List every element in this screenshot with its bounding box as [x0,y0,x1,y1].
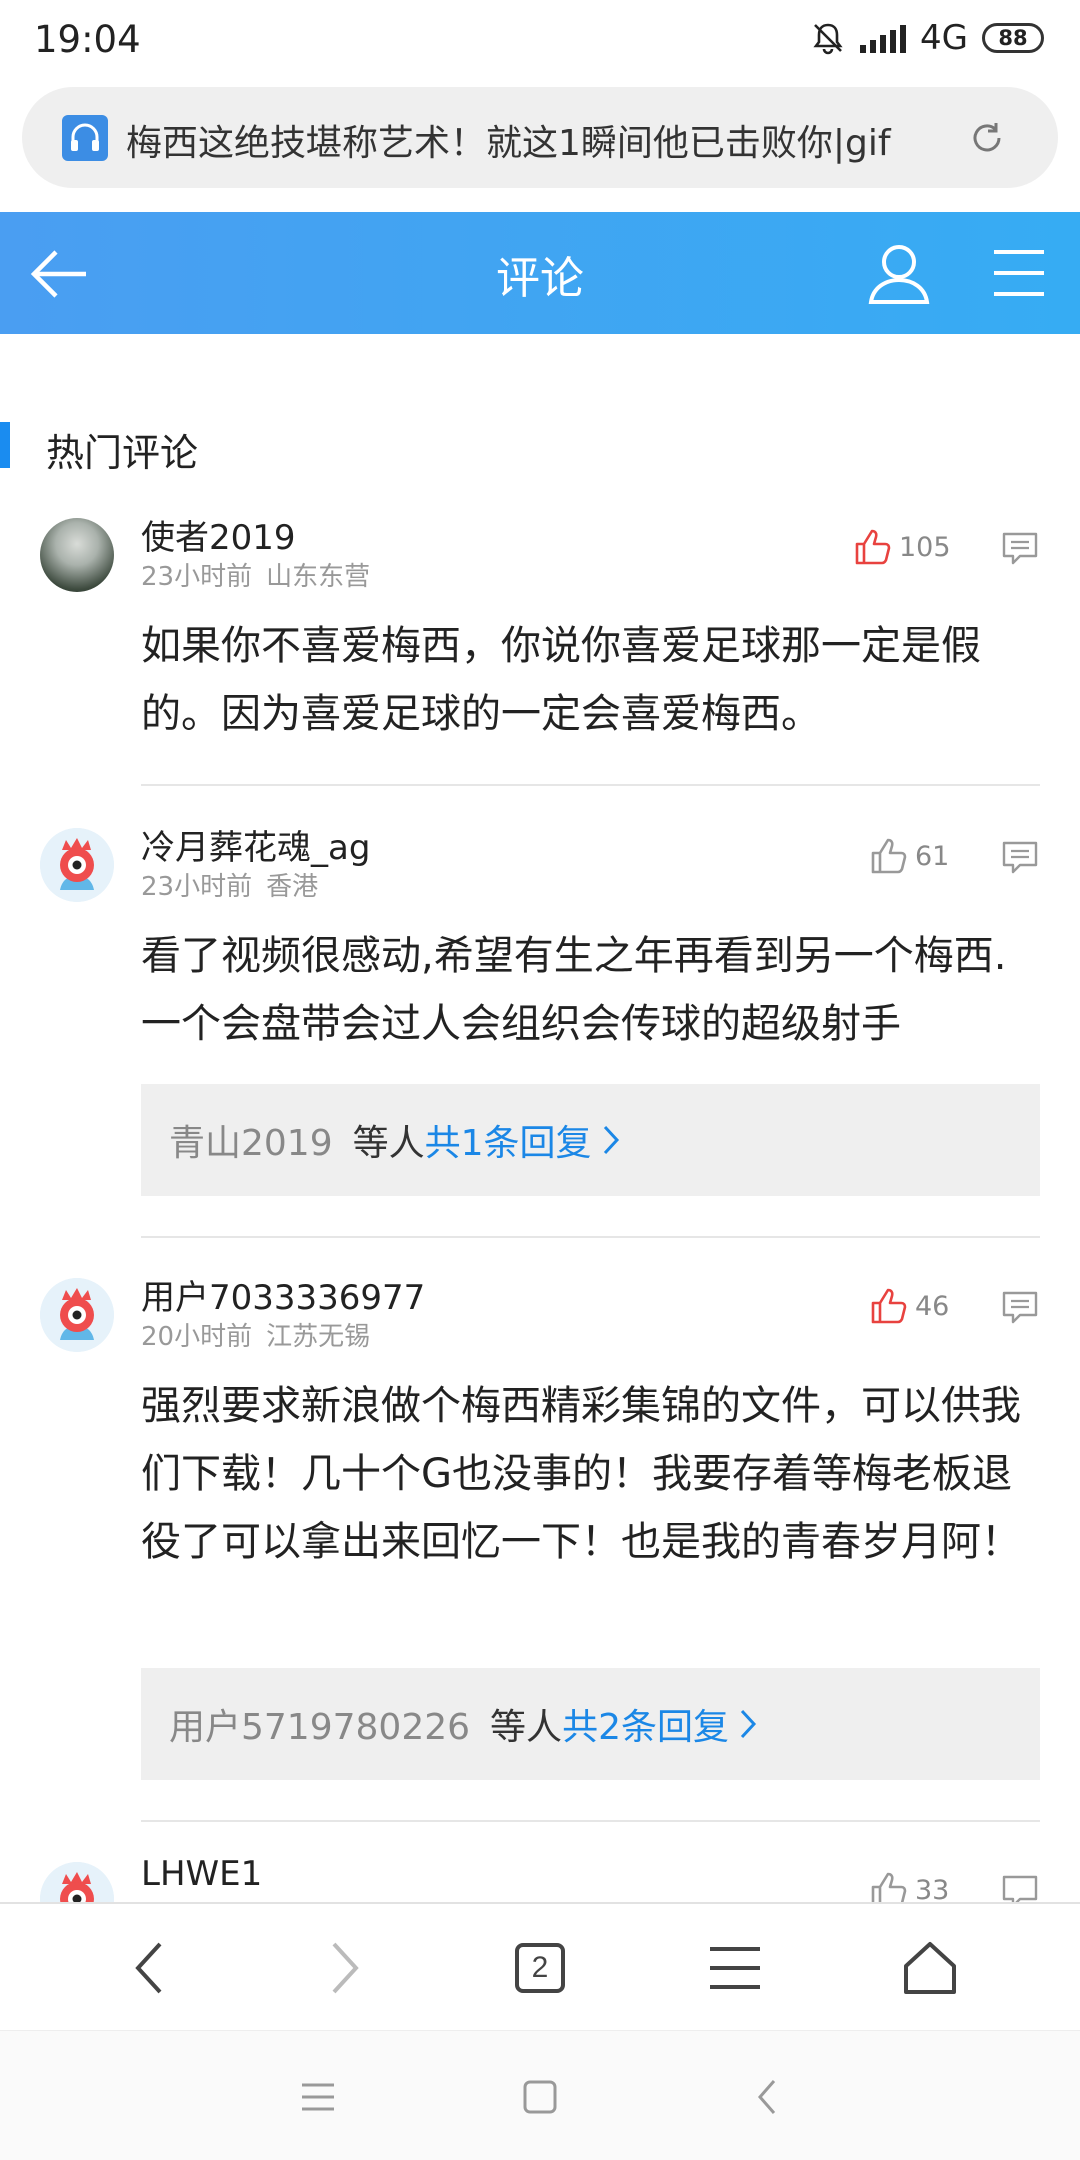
tab-count: 2 [531,1951,549,1984]
refresh-icon[interactable] [964,115,1010,161]
nav-menu-icon [710,1947,760,1989]
reply-summary[interactable]: 用户5719780226 等人 共2条回复 [141,1668,1040,1780]
reply-username[interactable]: 青山2019 [169,1114,333,1166]
thumbs-up-icon [871,838,907,874]
comment-text: 如果你不喜爱梅西，你说你喜爱足球那一定是假的。因为喜爱足球的一定会喜爱梅西。 [141,623,981,737]
comment-location: 江苏无锡 [266,1322,371,1352]
nav-back-icon [135,1942,162,1994]
comment-location: 山东东营 [266,562,371,592]
default-avatar-icon [40,828,114,902]
comment-time: 23小时前 [141,562,253,592]
reply-count-link[interactable]: 共1条回复 [425,1114,592,1166]
home-icon [904,1942,956,1994]
avatar[interactable] [40,1278,114,1352]
reply-summary[interactable]: 青山2019 等人 共1条回复 [141,1084,1040,1196]
browser-toolbar: 2 [0,1902,1080,2030]
battery-icon: 88 [982,23,1044,53]
avatar[interactable] [40,518,114,592]
comment-meta: 23小时前 香港 [141,866,318,903]
url-bar[interactable]: 梅西这绝技堪称艺术！就这1瞬间他已击败你|gif [22,87,1058,188]
signal-icon [860,23,907,53]
network-type: 4G [920,18,968,58]
comment-username[interactable]: LHWE1 [141,1854,262,1894]
comment-meta: 23小时前 山东东营 [141,556,370,593]
system-back-icon[interactable] [746,2075,790,2119]
comment-text: 看了视频很感动,希望有生之年再看到另一个梅西.一个会盘带会过人会组织会传球的超级… [141,933,1007,1047]
like-button[interactable]: 61 [869,836,949,876]
reply-count-link[interactable]: 共2条回复 [562,1698,729,1750]
reply-username[interactable]: 用户5719780226 [169,1698,470,1750]
battery-level: 88 [998,26,1028,50]
like-button[interactable]: 46 [869,1286,949,1326]
chevron-right-icon [740,1709,757,1739]
reply-others-label: 等人 [490,1707,563,1748]
section-title: 热门评论 [46,431,199,475]
comment-time: 23小时前 [141,872,253,902]
user-icon[interactable] [866,240,932,306]
like-button[interactable]: 105 [853,527,951,567]
avatar[interactable] [40,828,114,902]
home-button[interactable] [892,1930,968,2006]
reply-icon[interactable] [1000,1288,1040,1328]
like-count: 61 [915,840,950,872]
nav-menu-button[interactable] [697,1930,773,2006]
title-bar: 评论 [0,212,1080,334]
status-bar: 19:04 4G 88 [0,0,1080,78]
status-icons: 4G 88 [810,16,1044,60]
comment-location: 香港 [266,872,319,902]
tabs-icon: 2 [515,1943,565,1993]
like-count: 46 [915,1290,950,1322]
reply-others-label: 等人 [352,1123,425,1164]
thumbs-up-icon [855,529,891,565]
comment-username[interactable]: 用户7033336977 [141,1270,425,1319]
section-accent-bar [0,422,10,468]
like-count: 33 [915,1874,950,1906]
like-count: 105 [899,531,951,563]
default-avatar-icon [40,1278,114,1352]
divider [141,1236,1040,1238]
menu-icon[interactable] [990,244,1048,302]
comment-time: 20小时前 [141,1322,253,1352]
thumbs-up-icon [871,1288,907,1324]
headphone-icon [62,115,108,161]
reply-icon[interactable] [1000,838,1040,878]
home-square-icon[interactable] [518,2075,562,2119]
comment-text: 强烈要求新浪做个梅西精彩集锦的文件，可以供我们下载！几十个G也没事的！我要存着等… [141,1383,1021,1565]
status-time: 19:04 [34,18,141,61]
bell-off-icon [813,23,843,55]
nav-back-button[interactable] [112,1930,188,2006]
tabs-button[interactable]: 2 [502,1930,578,2006]
nav-forward-icon [332,1942,359,1994]
comment-username[interactable]: 使者2019 [141,510,296,559]
url-title[interactable]: 梅西这绝技堪称艺术！就这1瞬间他已击败你|gif [126,114,926,166]
comment-username[interactable]: 冷月葬花魂_ag [141,820,370,869]
divider [141,784,1040,786]
comment-meta: 20小时前 江苏无锡 [141,1316,370,1353]
recents-icon[interactable] [296,2075,340,2119]
nav-forward-button[interactable] [306,1930,382,2006]
chevron-right-icon [603,1125,619,1155]
divider [141,1820,1040,1822]
reply-icon[interactable] [1000,529,1040,569]
system-nav-bar [0,2030,1080,2160]
